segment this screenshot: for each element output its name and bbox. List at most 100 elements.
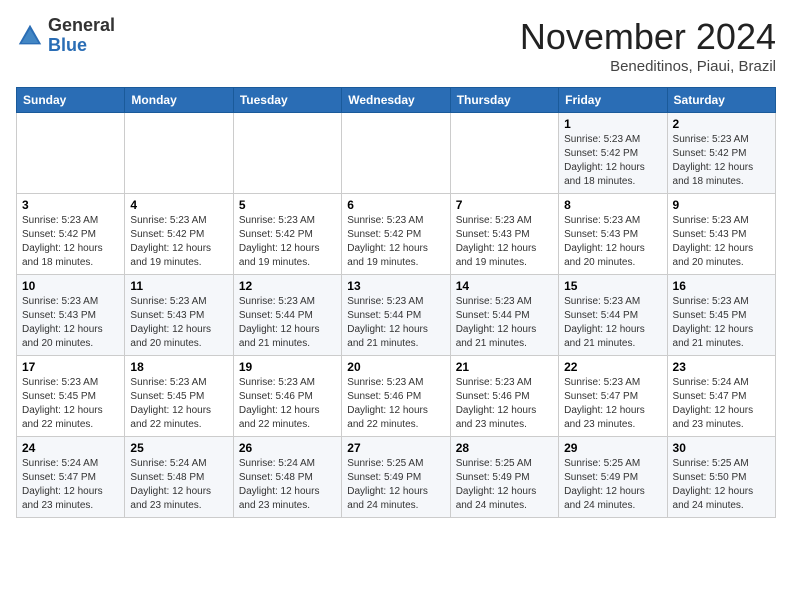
calendar-cell: 30Sunrise: 5:25 AM Sunset: 5:50 PM Dayli… [667, 437, 775, 518]
day-number: 15 [564, 279, 661, 293]
location: Beneditinos, Piaui, Brazil [520, 58, 776, 75]
day-number: 29 [564, 441, 661, 455]
calendar-cell: 18Sunrise: 5:23 AM Sunset: 5:45 PM Dayli… [125, 356, 233, 437]
day-number: 22 [564, 360, 661, 374]
calendar-cell: 10 Sunrise: 5:23 AM Sunset: 5:43 PM Dayli… [17, 275, 125, 356]
day-info: Sunrise: 5:23 AM Sunset: 5:44 PM Dayligh… [564, 295, 661, 351]
logo: General Blue [16, 16, 115, 56]
day-info: Sunrise: 5:23 AM Sunset: 5:42 PM Dayligh… [22, 214, 119, 270]
day-info: Sunrise: 5:25 AM Sunset: 5:49 PM Dayligh… [347, 457, 444, 513]
weekday-header-saturday: Saturday [667, 88, 775, 113]
logo-general: General [48, 15, 115, 35]
calendar-cell: 20Sunrise: 5:23 AM Sunset: 5:46 PM Dayli… [342, 356, 450, 437]
calendar-week-3: 10 Sunrise: 5:23 AM Sunset: 5:43 PM Dayli… [17, 275, 776, 356]
calendar-cell: 23 Sunrise: 5:24 AM Sunset: 5:47 PM Dayli… [667, 356, 775, 437]
day-number: 21 [456, 360, 553, 374]
day-number: 6 [347, 198, 444, 212]
day-number: 3 [22, 198, 119, 212]
calendar-cell: 4 Sunrise: 5:23 AM Sunset: 5:42 PM Daylig… [125, 194, 233, 275]
calendar-cell: 12 Sunrise: 5:23 AM Sunset: 5:44 PM Dayli… [233, 275, 341, 356]
calendar-cell: 25 Sunrise: 5:24 AM Sunset: 5:48 PM Dayli… [125, 437, 233, 518]
day-number: 7 [456, 198, 553, 212]
day-info: Sunrise: 5:23 AM Sunset: 5:42 PM Dayligh… [130, 214, 227, 270]
weekday-header-wednesday: Wednesday [342, 88, 450, 113]
day-number: 11 [130, 279, 227, 293]
calendar-cell: 15 Sunrise: 5:23 AM Sunset: 5:44 PM Dayli… [559, 275, 667, 356]
day-info: Sunrise: 5:23 AM Sunset: 5:43 PM Dayligh… [456, 214, 553, 270]
day-number: 13 [347, 279, 444, 293]
day-info: Sunrise: 5:24 AM Sunset: 5:48 PM Dayligh… [130, 457, 227, 513]
day-info: Sunrise: 5:24 AM Sunset: 5:48 PM Dayligh… [239, 457, 336, 513]
calendar-cell: 19Sunrise: 5:23 AM Sunset: 5:46 PM Dayli… [233, 356, 341, 437]
day-info: Sunrise: 5:23 AM Sunset: 5:47 PM Dayligh… [564, 376, 661, 432]
day-info: Sunrise: 5:25 AM Sunset: 5:49 PM Dayligh… [564, 457, 661, 513]
day-info: Sunrise: 5:23 AM Sunset: 5:42 PM Dayligh… [564, 133, 661, 189]
day-number: 1 [564, 117, 661, 131]
day-info: Sunrise: 5:23 AM Sunset: 5:42 PM Dayligh… [239, 214, 336, 270]
day-info: Sunrise: 5:23 AM Sunset: 5:43 PM Dayligh… [564, 214, 661, 270]
day-info: Sunrise: 5:24 AM Sunset: 5:47 PM Dayligh… [22, 457, 119, 513]
calendar-cell: 5Sunrise: 5:23 AM Sunset: 5:42 PM Daylig… [233, 194, 341, 275]
calendar-cell: 11 Sunrise: 5:23 AM Sunset: 5:43 PM Dayli… [125, 275, 233, 356]
weekday-header-tuesday: Tuesday [233, 88, 341, 113]
calendar-cell: 29 Sunrise: 5:25 AM Sunset: 5:49 PM Dayli… [559, 437, 667, 518]
calendar-cell: 6 Sunrise: 5:23 AM Sunset: 5:42 PM Daylig… [342, 194, 450, 275]
day-number: 8 [564, 198, 661, 212]
day-number: 17 [22, 360, 119, 374]
weekday-header-sunday: Sunday [17, 88, 125, 113]
calendar-week-2: 3 Sunrise: 5:23 AM Sunset: 5:42 PM Daylig… [17, 194, 776, 275]
calendar-table: SundayMondayTuesdayWednesdayThursdayFrid… [16, 87, 776, 518]
calendar-header: SundayMondayTuesdayWednesdayThursdayFrid… [17, 88, 776, 113]
logo-text: General Blue [48, 16, 115, 56]
calendar-cell: 1 Sunrise: 5:23 AM Sunset: 5:42 PM Daylig… [559, 113, 667, 194]
weekday-header-thursday: Thursday [450, 88, 558, 113]
day-info: Sunrise: 5:23 AM Sunset: 5:43 PM Dayligh… [673, 214, 770, 270]
calendar-cell: 21 Sunrise: 5:23 AM Sunset: 5:46 PM Dayli… [450, 356, 558, 437]
day-info: Sunrise: 5:23 AM Sunset: 5:44 PM Dayligh… [347, 295, 444, 351]
calendar-cell: 8 Sunrise: 5:23 AM Sunset: 5:43 PM Daylig… [559, 194, 667, 275]
day-number: 16 [673, 279, 770, 293]
day-info: Sunrise: 5:23 AM Sunset: 5:46 PM Dayligh… [347, 376, 444, 432]
day-number: 2 [673, 117, 770, 131]
day-info: Sunrise: 5:23 AM Sunset: 5:45 PM Dayligh… [22, 376, 119, 432]
title-block: November 2024 Beneditinos, Piaui, Brazil [520, 16, 776, 75]
day-info: Sunrise: 5:23 AM Sunset: 5:45 PM Dayligh… [673, 295, 770, 351]
day-info: Sunrise: 5:24 AM Sunset: 5:47 PM Dayligh… [673, 376, 770, 432]
calendar-cell: 26Sunrise: 5:24 AM Sunset: 5:48 PM Dayli… [233, 437, 341, 518]
calendar-cell: 9Sunrise: 5:23 AM Sunset: 5:43 PM Daylig… [667, 194, 775, 275]
day-info: Sunrise: 5:23 AM Sunset: 5:43 PM Dayligh… [130, 295, 227, 351]
calendar-cell: 22 Sunrise: 5:23 AM Sunset: 5:47 PM Dayli… [559, 356, 667, 437]
calendar-cell [342, 113, 450, 194]
logo-icon [16, 22, 44, 50]
day-number: 24 [22, 441, 119, 455]
day-number: 4 [130, 198, 227, 212]
day-info: Sunrise: 5:23 AM Sunset: 5:46 PM Dayligh… [456, 376, 553, 432]
calendar-cell: 7 Sunrise: 5:23 AM Sunset: 5:43 PM Daylig… [450, 194, 558, 275]
day-info: Sunrise: 5:25 AM Sunset: 5:49 PM Dayligh… [456, 457, 553, 513]
logo-blue: Blue [48, 35, 87, 55]
day-number: 30 [673, 441, 770, 455]
calendar-cell: 14Sunrise: 5:23 AM Sunset: 5:44 PM Dayli… [450, 275, 558, 356]
day-number: 25 [130, 441, 227, 455]
calendar-week-4: 17 Sunrise: 5:23 AM Sunset: 5:45 PM Dayli… [17, 356, 776, 437]
day-info: Sunrise: 5:23 AM Sunset: 5:44 PM Dayligh… [239, 295, 336, 351]
page-header: General Blue November 2024 Beneditinos, … [16, 16, 776, 75]
calendar-cell: 28Sunrise: 5:25 AM Sunset: 5:49 PM Dayli… [450, 437, 558, 518]
calendar-cell [125, 113, 233, 194]
day-number: 12 [239, 279, 336, 293]
day-info: Sunrise: 5:23 AM Sunset: 5:42 PM Dayligh… [673, 133, 770, 189]
calendar-week-5: 24 Sunrise: 5:24 AM Sunset: 5:47 PM Dayli… [17, 437, 776, 518]
calendar-cell: 27 Sunrise: 5:25 AM Sunset: 5:49 PM Dayli… [342, 437, 450, 518]
calendar-cell: 17 Sunrise: 5:23 AM Sunset: 5:45 PM Dayli… [17, 356, 125, 437]
day-info: Sunrise: 5:23 AM Sunset: 5:43 PM Dayligh… [22, 295, 119, 351]
day-number: 27 [347, 441, 444, 455]
day-number: 23 [673, 360, 770, 374]
calendar-cell [17, 113, 125, 194]
weekday-header-monday: Monday [125, 88, 233, 113]
day-number: 18 [130, 360, 227, 374]
weekday-header-friday: Friday [559, 88, 667, 113]
calendar-cell [233, 113, 341, 194]
month-title: November 2024 [520, 16, 776, 58]
day-info: Sunrise: 5:23 AM Sunset: 5:42 PM Dayligh… [347, 214, 444, 270]
day-number: 10 [22, 279, 119, 293]
